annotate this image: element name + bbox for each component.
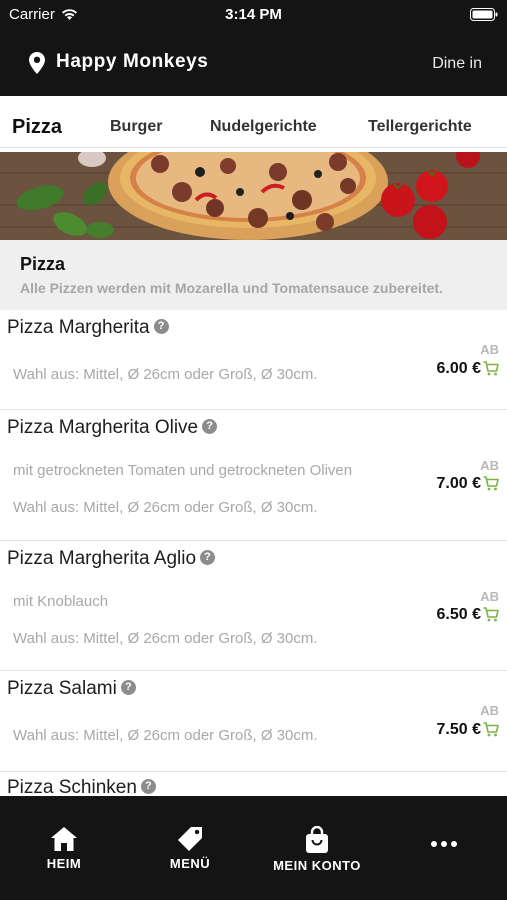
product-description: mit Knoblauch xyxy=(13,593,109,610)
product-description: Wahl aus: Mittel, Ø 26cm oder Groß, Ø 30… xyxy=(13,499,318,516)
info-icon[interactable]: ? xyxy=(140,778,156,794)
tabs-divider xyxy=(0,147,507,148)
product-list: Pizza Margherita ? Wahl aus: Mittel, Ø 2… xyxy=(0,310,507,796)
battery-icon xyxy=(470,8,498,21)
app-header: Happy Monkeys Dine in xyxy=(0,30,507,96)
product-name[interactable]: Pizza Schinken ? xyxy=(7,777,156,796)
pizza-photo xyxy=(0,152,507,240)
product-item[interactable]: Pizza Margherita ? Wahl aus: Mittel, Ø 2… xyxy=(0,310,507,410)
info-icon[interactable]: ? xyxy=(120,679,136,695)
product-name[interactable]: Pizza Salami ? xyxy=(7,678,136,700)
status-time: 3:14 PM xyxy=(225,6,282,23)
restaurant-name[interactable]: Happy Monkeys xyxy=(56,51,208,73)
nav-menu[interactable]: MENÜ xyxy=(135,826,245,871)
location-pin-icon[interactable] xyxy=(29,52,45,74)
product-description: mit getrockneten Tomaten und getrocknete… xyxy=(13,462,353,479)
tab-burger[interactable]: Burger xyxy=(110,118,162,136)
product-name[interactable]: Pizza Margherita Aglio ? xyxy=(7,548,216,570)
price-prefix: AB xyxy=(480,342,499,357)
product-name-text: Pizza Schinken xyxy=(7,777,137,796)
nav-home[interactable]: HEIM xyxy=(9,826,119,871)
product-price: 7.00 € xyxy=(436,475,481,492)
product-description: Wahl aus: Mittel, Ø 26cm oder Groß, Ø 30… xyxy=(13,630,318,647)
product-name-text: Pizza Margherita Aglio xyxy=(7,548,197,569)
cart-icon[interactable] xyxy=(483,722,499,737)
product-price: 7.50 € xyxy=(436,721,481,738)
product-item[interactable]: Pizza Salami ? Wahl aus: Mittel, Ø 26cm … xyxy=(0,671,507,772)
home-icon xyxy=(51,827,77,851)
nav-menu-label: MENÜ xyxy=(169,856,211,871)
nav-account-label: MEIN KONTO xyxy=(273,858,361,873)
cart-icon[interactable] xyxy=(483,361,499,376)
nav-home-label: HEIM xyxy=(46,856,82,871)
category-tabs: Pizza Burger Nudelgerichte Tellergericht… xyxy=(0,96,507,148)
product-name[interactable]: Pizza Margherita Olive ? xyxy=(7,417,218,439)
bottom-navigation: HEIM MENÜ MEIN KONTO xyxy=(0,796,507,900)
product-name-text: Pizza Margherita Olive xyxy=(7,417,199,438)
nav-account[interactable]: MEIN KONTO xyxy=(262,826,372,873)
tab-pizza[interactable]: Pizza xyxy=(12,116,62,139)
cart-icon[interactable] xyxy=(483,607,499,622)
category-description: Alle Pizzen werden mit Mozarella und Tom… xyxy=(20,280,443,296)
more-dots-icon xyxy=(431,841,457,847)
cart-icon[interactable] xyxy=(483,476,499,491)
product-description: Wahl aus: Mittel, Ø 26cm oder Groß, Ø 30… xyxy=(13,727,318,744)
info-icon[interactable]: ? xyxy=(202,418,218,434)
price-prefix: AB xyxy=(480,589,499,604)
price-prefix: AB xyxy=(480,703,499,718)
product-item[interactable]: Pizza Margherita Olive ? mit getrocknete… xyxy=(0,410,507,541)
product-description: Wahl aus: Mittel, Ø 26cm oder Groß, Ø 30… xyxy=(13,366,318,383)
product-item[interactable]: Pizza Margherita Aglio ? mit Knoblauch W… xyxy=(0,541,507,671)
product-price: 6.00 € xyxy=(436,360,481,377)
info-icon[interactable]: ? xyxy=(153,318,169,334)
category-title: Pizza xyxy=(20,254,66,274)
tab-nudelgerichte[interactable]: Nudelgerichte xyxy=(210,118,317,136)
status-bar: Carrier 3:14 PM xyxy=(0,0,507,30)
nav-more[interactable] xyxy=(389,840,499,848)
product-name-text: Pizza Margherita xyxy=(7,317,150,338)
info-icon[interactable]: ? xyxy=(200,549,216,565)
product-price: 6.50 € xyxy=(436,606,481,623)
tag-icon xyxy=(178,827,202,851)
price-prefix: AB xyxy=(480,458,499,473)
category-info: Pizza Alle Pizzen werden mit Mozarella u… xyxy=(0,240,507,310)
product-name[interactable]: Pizza Margherita ? xyxy=(7,317,169,339)
tab-tellergerichte[interactable]: Tellergerichte xyxy=(368,118,472,136)
order-mode-button[interactable]: Dine in xyxy=(432,55,482,73)
category-banner-image xyxy=(0,152,507,240)
product-item[interactable]: Pizza Schinken ? xyxy=(0,772,507,796)
product-name-text: Pizza Salami xyxy=(7,678,117,699)
shopping-bag-icon xyxy=(306,826,328,853)
